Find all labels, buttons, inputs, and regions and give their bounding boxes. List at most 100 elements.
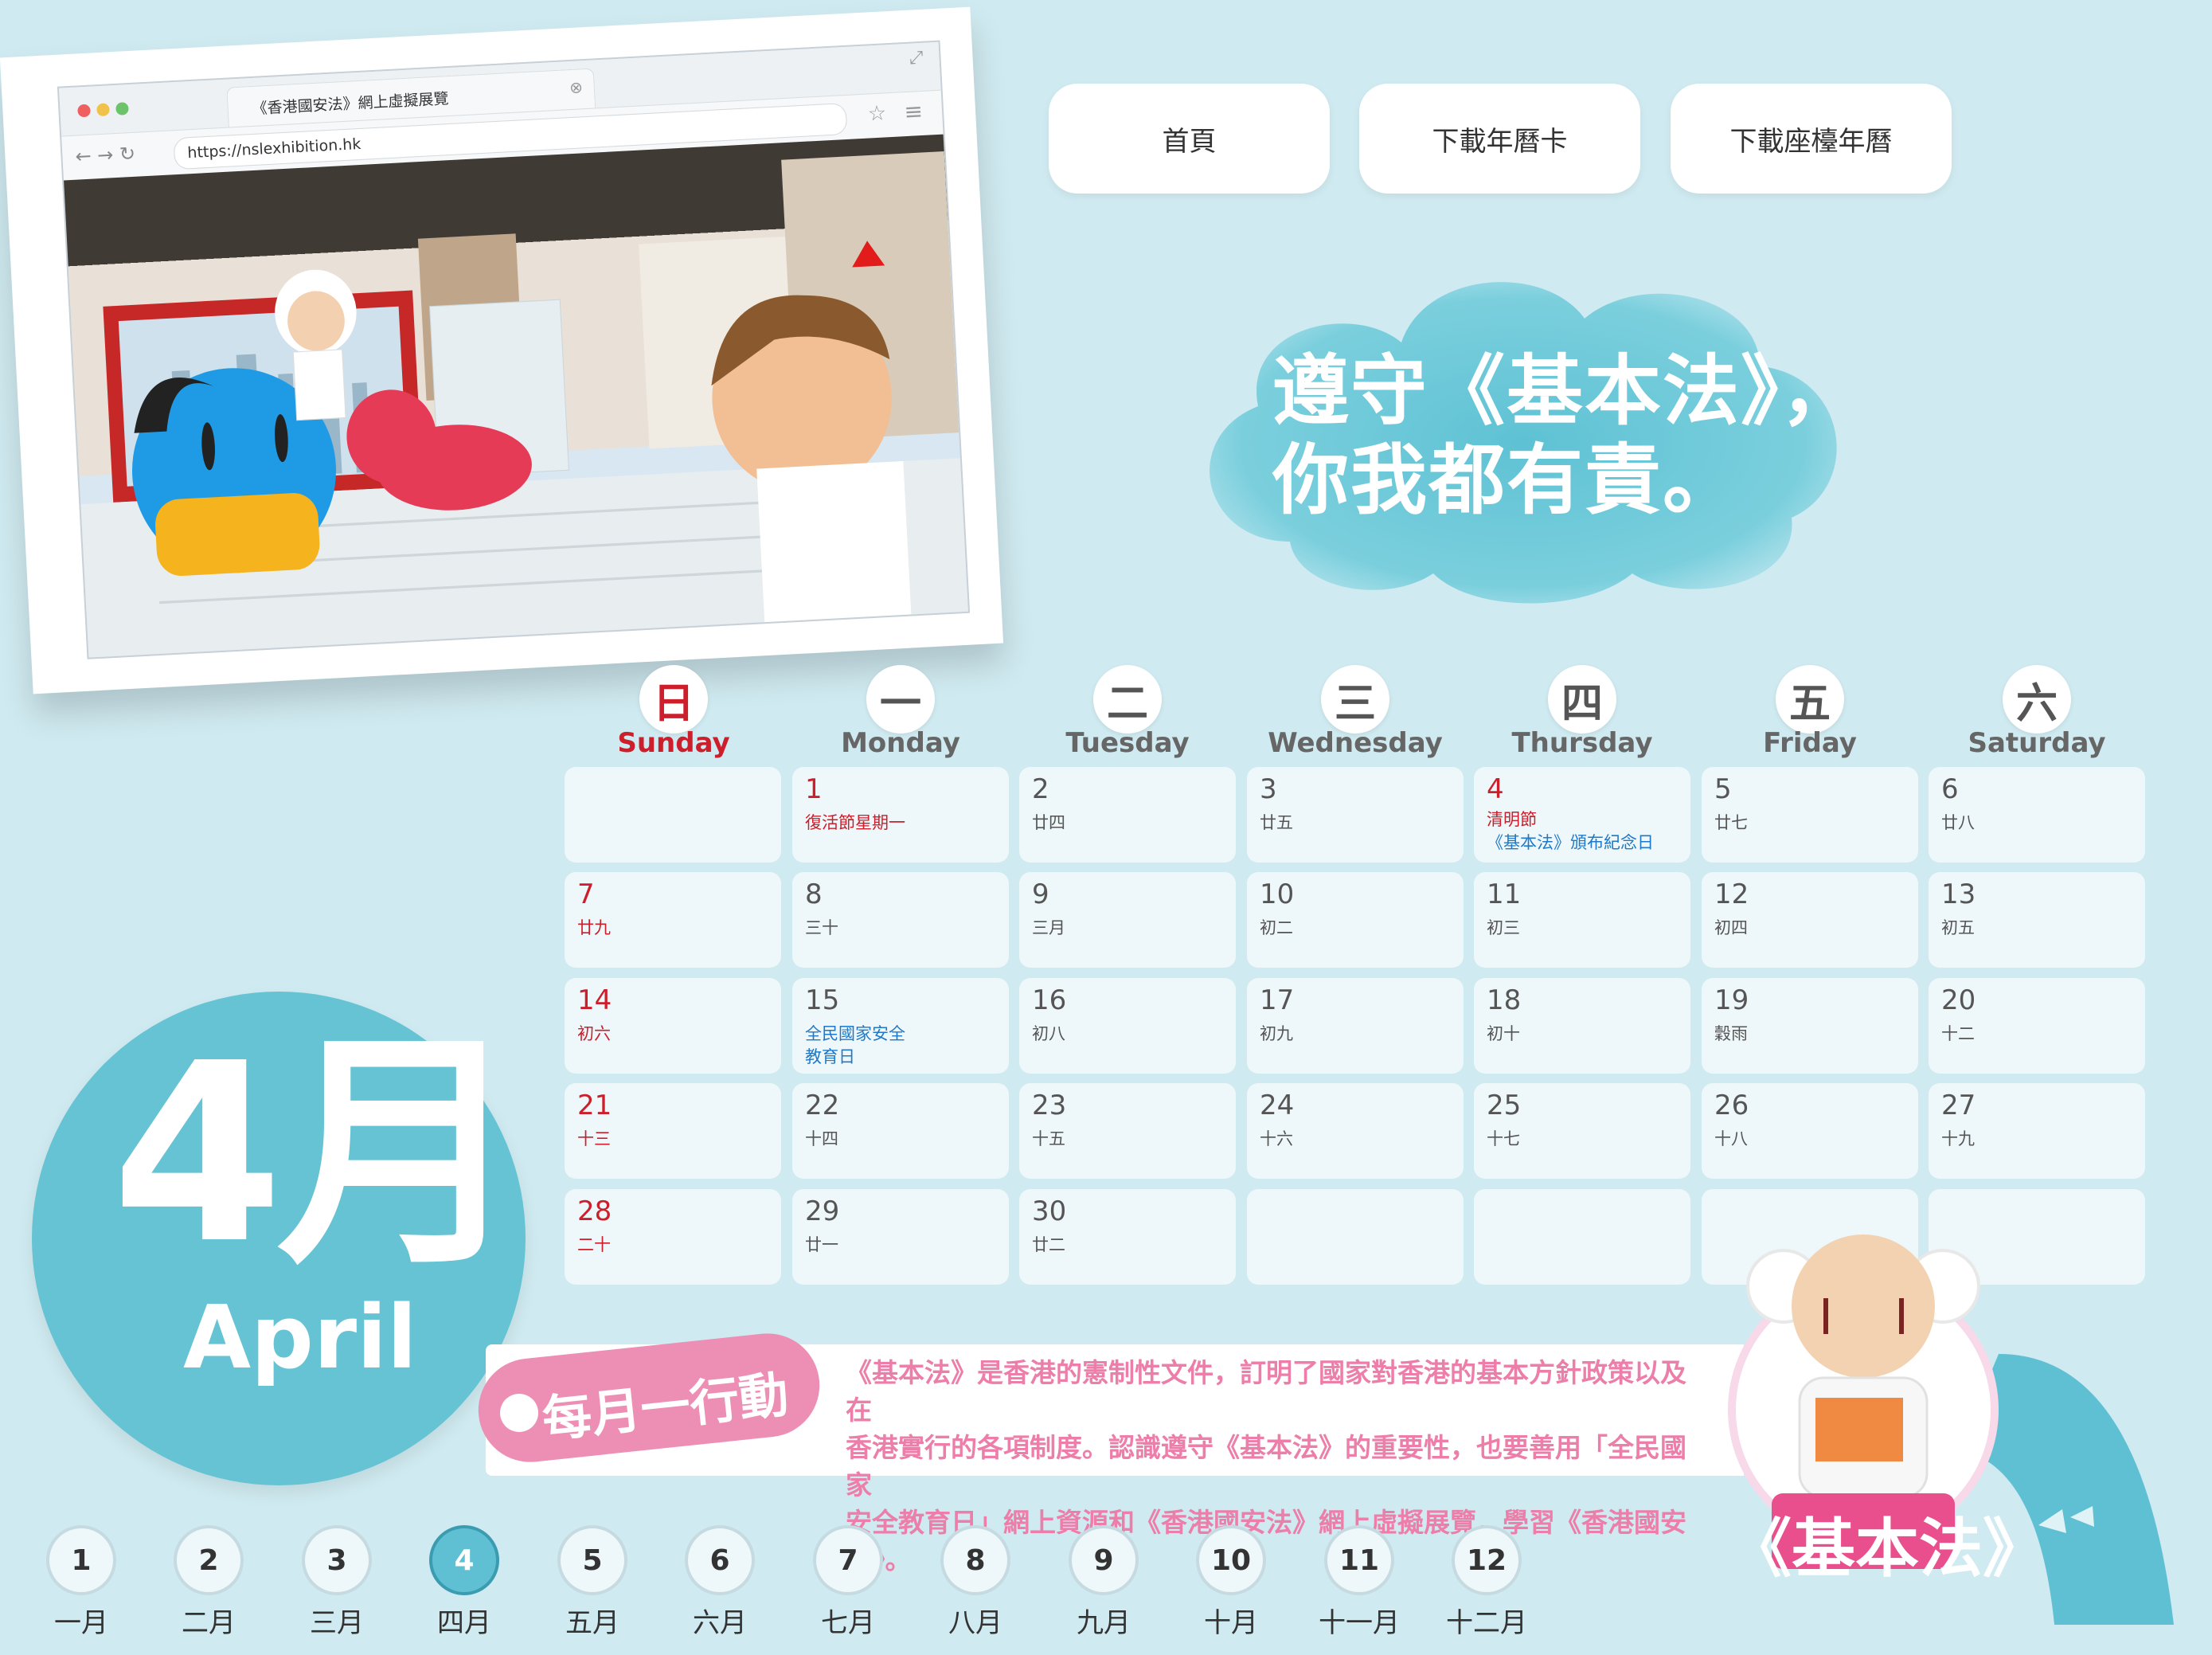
action-line-1: 《基本法》是香港的憲制性文件，訂明了國家對香港的基本方針政策以及在 bbox=[846, 1357, 1686, 1426]
calendar-cell-empty bbox=[565, 767, 781, 863]
month-label: 八月 bbox=[948, 1607, 1002, 1639]
weekday-saturday: 六 Saturday bbox=[1925, 665, 2148, 759]
date-number: 8 bbox=[805, 878, 823, 910]
calendar-cell[interactable]: 21 十三 bbox=[565, 1083, 781, 1179]
month-button-2[interactable]: 2 bbox=[174, 1525, 244, 1595]
month-button-9[interactable]: 9 bbox=[1069, 1525, 1139, 1595]
resize-icon: ⤢ bbox=[909, 47, 924, 68]
month-button-10[interactable]: 10 bbox=[1196, 1525, 1266, 1595]
lunar-date: 十七 bbox=[1487, 1129, 1520, 1148]
pill-dot-icon bbox=[500, 1394, 538, 1432]
date-number: 12 bbox=[1714, 878, 1749, 910]
date-number: 28 bbox=[577, 1195, 612, 1227]
weekday-friday: 五 Friday bbox=[1698, 665, 1921, 759]
date-number: 2 bbox=[1032, 773, 1049, 805]
nav-download-desk-label: 下載座檯年曆 bbox=[1729, 125, 1893, 158]
lunar-date: 穀雨 bbox=[1714, 1024, 1748, 1043]
month-title-zh: 4月 bbox=[111, 1011, 524, 1298]
weekday-en: Monday bbox=[841, 727, 960, 759]
date-number: 18 bbox=[1487, 984, 1522, 1016]
date-number: 7 bbox=[577, 878, 595, 910]
month-number: 12 bbox=[1466, 1543, 1507, 1577]
calendar-cell[interactable]: 1 復活節星期一 bbox=[792, 767, 1009, 863]
calendar-cell[interactable]: 15 全民國家安全 教育日 bbox=[792, 978, 1009, 1074]
calendar-cell[interactable]: 17 初九 bbox=[1247, 978, 1464, 1074]
lunar-date: 初四 bbox=[1714, 918, 1748, 937]
url-text: https://nslexhibition.hk bbox=[186, 135, 362, 162]
calendar-cell[interactable]: 14 初六 bbox=[565, 978, 781, 1074]
calendar-cell[interactable]: 26 十八 bbox=[1702, 1083, 1918, 1179]
lunar-date: 十四 bbox=[805, 1129, 838, 1148]
calendar-cell[interactable]: 5 廿七 bbox=[1702, 767, 1918, 863]
month-label: 三月 bbox=[310, 1607, 364, 1639]
date-number: 27 bbox=[1941, 1090, 1976, 1121]
month-button-8[interactable]: 8 bbox=[940, 1525, 1010, 1595]
exhibition-illustration bbox=[80, 151, 968, 658]
calendar-cell[interactable]: 10 初二 bbox=[1247, 872, 1464, 968]
calendar-cell[interactable]: 27 十九 bbox=[1929, 1083, 2145, 1179]
month-label: 一月 bbox=[54, 1607, 108, 1639]
calendar-cell[interactable]: 11 初三 bbox=[1474, 872, 1690, 968]
date-number: 11 bbox=[1487, 878, 1522, 910]
month-button-11[interactable]: 11 bbox=[1324, 1525, 1394, 1595]
month-button-1[interactable]: 1 bbox=[46, 1525, 116, 1595]
calendar-cell[interactable]: 2 廿四 bbox=[1019, 767, 1236, 863]
action-line-2: 香港實行的各項制度。認識遵守《基本法》的重要性，也要善用「全民國家 bbox=[846, 1432, 1686, 1500]
calendar-cell[interactable]: 18 初十 bbox=[1474, 978, 1690, 1074]
lunar-date: 初二 bbox=[1260, 918, 1293, 937]
nav-download-card-label: 下載年曆卡 bbox=[1432, 125, 1568, 158]
month-button-12[interactable]: 12 bbox=[1452, 1525, 1522, 1595]
date-number: 19 bbox=[1714, 984, 1749, 1016]
month-number: 7 bbox=[838, 1543, 858, 1577]
calendar-cell[interactable]: 29 廿一 bbox=[792, 1189, 1009, 1285]
month-label: 五月 bbox=[565, 1607, 619, 1639]
nav-download-desk-button[interactable]: 下載座檯年曆 bbox=[1671, 84, 1952, 194]
slogan-line-2: 你我都有責。 bbox=[1272, 436, 1741, 525]
month-button-5[interactable]: 5 bbox=[557, 1525, 627, 1595]
nav-download-card-button[interactable]: 下載年曆卡 bbox=[1359, 84, 1640, 194]
month-label: 十二月 bbox=[1446, 1607, 1527, 1639]
calendar-cell[interactable]: 30 廿二 bbox=[1019, 1189, 1236, 1285]
weekday-sunday: 日 Sunday bbox=[562, 665, 785, 759]
calendar-cell[interactable]: 13 初五 bbox=[1929, 872, 2145, 968]
calendar-cell[interactable]: 23 十五 bbox=[1019, 1083, 1236, 1179]
calendar-cell[interactable]: 28 二十 bbox=[565, 1189, 781, 1285]
calendar-cell[interactable]: 16 初八 bbox=[1019, 978, 1236, 1074]
month-label: 十一月 bbox=[1319, 1607, 1400, 1639]
month-button-4[interactable]: 4 bbox=[429, 1525, 499, 1595]
date-number: 3 bbox=[1260, 773, 1277, 805]
nav-home-button[interactable]: 首頁 bbox=[1049, 84, 1330, 194]
date-number: 4 bbox=[1487, 773, 1504, 805]
lunar-date: 十八 bbox=[1714, 1129, 1748, 1148]
month-label: 九月 bbox=[1077, 1607, 1131, 1639]
calendar-cell[interactable]: 9 三月 bbox=[1019, 872, 1236, 968]
calendar-cell[interactable]: 22 十四 bbox=[792, 1083, 1009, 1179]
month-number: 3 bbox=[326, 1543, 347, 1577]
weekday-zh: 日 bbox=[639, 665, 708, 734]
month-button-6[interactable]: 6 bbox=[685, 1525, 755, 1595]
month-button-7[interactable]: 7 bbox=[813, 1525, 883, 1595]
calendar-cell[interactable]: 20 十二 bbox=[1929, 978, 2145, 1074]
calendar-cell[interactable]: 8 三十 bbox=[792, 872, 1009, 968]
menu-icon: ≡ bbox=[903, 97, 924, 126]
illustration-photo: 《香港國安法》網上虛擬展覽 ⊗ ⤢ ← → ↻ https://nslexhib… bbox=[0, 6, 1004, 694]
month-button-3[interactable]: 3 bbox=[302, 1525, 372, 1595]
calendar-cell[interactable]: 12 初四 bbox=[1702, 872, 1918, 968]
calendar-cell[interactable]: 4 清明節 《基本法》頒布紀念日 bbox=[1474, 767, 1690, 863]
weekday-zh: 二 bbox=[1093, 665, 1162, 734]
month-title-en: April bbox=[183, 1286, 417, 1388]
observance-label: 全民國家安全 教育日 bbox=[805, 1023, 905, 1069]
lunar-date: 廿一 bbox=[805, 1235, 838, 1254]
calendar-cell[interactable]: 24 十六 bbox=[1247, 1083, 1464, 1179]
calendar-cell[interactable]: 3 廿五 bbox=[1247, 767, 1464, 863]
calendar-cell[interactable]: 6 廿八 bbox=[1929, 767, 2145, 863]
weekday-thursday: 四 Thursday bbox=[1471, 665, 1694, 759]
calendar-cell-empty bbox=[1474, 1189, 1690, 1285]
lunar-date: 初十 bbox=[1487, 1024, 1520, 1043]
lunar-date: 二十 bbox=[577, 1235, 611, 1254]
calendar-cell[interactable]: 7 廿九 bbox=[565, 872, 781, 968]
calendar-cell[interactable]: 19 穀雨 bbox=[1702, 978, 1918, 1074]
slogan-text: 遵守《基本法》， 你我都有責。 bbox=[1272, 346, 1858, 525]
calendar-cell[interactable]: 25 十七 bbox=[1474, 1083, 1690, 1179]
month-label: 四月 bbox=[437, 1607, 491, 1639]
